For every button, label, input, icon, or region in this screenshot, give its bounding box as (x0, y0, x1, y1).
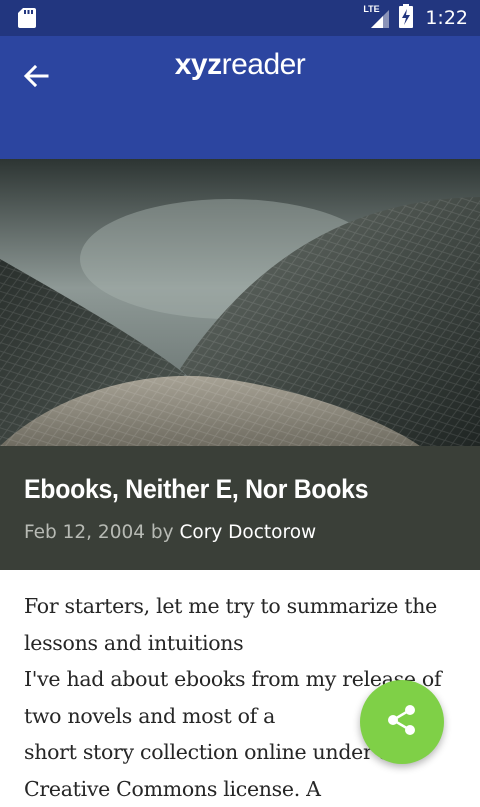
article-title: Ebooks, Neither E, Nor Books (24, 474, 421, 505)
body-line: lessons and intuitions (24, 625, 464, 662)
battery-charging-icon (399, 4, 413, 32)
body-line: Creative Commons license. A (24, 771, 464, 807)
lte-signal-icon: LTE (363, 6, 391, 30)
share-icon (385, 703, 419, 741)
article-author: Cory Doctorow (180, 522, 317, 543)
article-date: Feb 12, 2004 (24, 522, 145, 543)
app-bar: xyzreader (0, 36, 480, 159)
byline-by: by (151, 522, 174, 543)
body-line: For starters, let me try to summarize th… (24, 588, 464, 625)
article-photo (0, 159, 480, 446)
app-logo: xyzreader (0, 48, 480, 82)
article-header: Ebooks, Neither E, Nor Books Feb 12, 200… (0, 446, 480, 570)
share-button[interactable] (360, 680, 444, 764)
article-byline: Feb 12, 2004 by Cory Doctorow (24, 522, 316, 543)
logo-regular: reader (222, 48, 306, 81)
clock: 1:22 (425, 7, 468, 29)
status-bar: LTE 1:22 (0, 0, 480, 36)
sd-card-icon (18, 8, 36, 32)
logo-bold: xyz (175, 48, 222, 81)
